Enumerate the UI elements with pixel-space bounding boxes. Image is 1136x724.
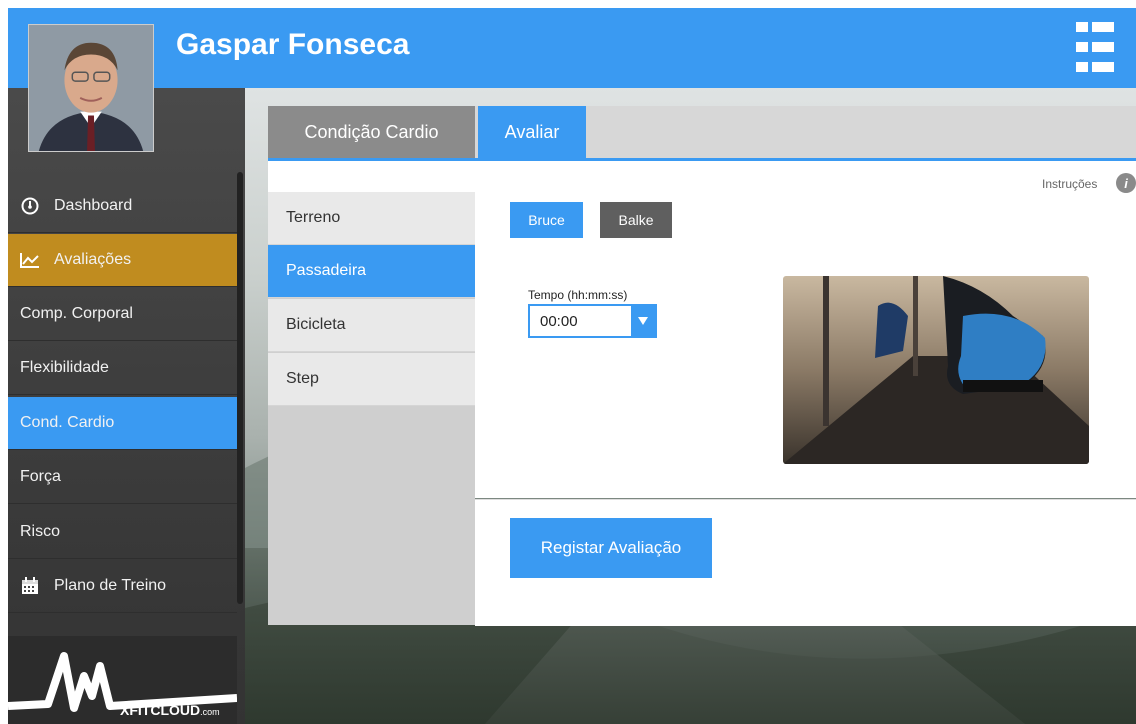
sub-item-terreno[interactable]: Terreno (268, 192, 475, 245)
header-bar: Gaspar Fonseca (8, 8, 1136, 88)
sidebar-item-label: Comp. Corporal (20, 305, 133, 322)
panel-top-strip (268, 161, 475, 192)
instructions-label[interactable]: Instruções (1042, 177, 1097, 191)
dashboard-gauge-icon (20, 196, 40, 216)
sidebar-item-avaliacoes[interactable]: Avaliações (8, 234, 237, 287)
tab-condicao-cardio[interactable]: Condição Cardio (268, 106, 475, 158)
user-photo (29, 25, 153, 151)
tab-bar: Condição Cardio Avaliar (268, 106, 1136, 158)
sidebar-item-label: Força (20, 468, 61, 485)
sidebar-item-label: Cond. Cardio (20, 414, 115, 431)
sidebar-item-forca[interactable]: Força (8, 451, 237, 504)
sidebar-item-label: Avaliações (54, 251, 132, 268)
bruce-button[interactable]: Bruce (510, 202, 583, 238)
sub-item-passadeira[interactable]: Passadeira (268, 245, 475, 298)
sidebar-item-plano-de-treino[interactable]: Plano de Treino (8, 560, 237, 613)
app-frame: Gaspar Fonseca Dashboard Avaliações Comp… (8, 8, 1136, 724)
sidebar-item-label: Plano de Treino (54, 577, 167, 594)
user-name: Gaspar Fonseca (176, 28, 410, 61)
sidebar-item-label: Risco (20, 523, 61, 540)
sidebar-scrollbar[interactable] (237, 172, 243, 604)
register-evaluation-button[interactable]: Registar Avaliação (510, 518, 712, 578)
time-value: 00:00 (540, 313, 578, 330)
sidebar-item-label: Flexibilidade (20, 359, 109, 376)
avatar[interactable] (28, 24, 154, 152)
time-label: Tempo (hh:mm:ss) (528, 288, 628, 302)
line-chart-icon (20, 250, 40, 270)
sidebar-item-dashboard[interactable]: Dashboard (8, 180, 237, 233)
xfitcloud-logo: XFITCLOUD.com (8, 636, 238, 724)
chevron-down-icon[interactable] (631, 306, 655, 336)
sidebar: Dashboard Avaliações Comp. Corporal Flex… (8, 88, 245, 724)
sub-item-bicicleta[interactable]: Bicicleta (268, 299, 475, 352)
logo-brand: XFITCLOUD (120, 702, 201, 718)
sub-menu: Terreno Passadeira Bicicleta Step (268, 192, 475, 625)
sidebar-item-risco[interactable]: Risco (8, 506, 237, 559)
treadmill-photo (783, 276, 1089, 464)
balke-button[interactable]: Balke (600, 202, 672, 238)
menu-list-icon[interactable] (1076, 22, 1114, 72)
sidebar-item-cond-cardio[interactable]: Cond. Cardio (8, 397, 237, 450)
logo-text: XFITCLOUD.com (120, 702, 220, 718)
calendar-icon (20, 576, 40, 596)
time-select[interactable]: 00:00 (528, 304, 657, 338)
sidebar-item-flexibilidade[interactable]: Flexibilidade (8, 342, 237, 395)
treadmill-image (783, 276, 1089, 464)
sidebar-item-comp-corporal[interactable]: Comp. Corporal (8, 288, 237, 341)
tab-avaliar[interactable]: Avaliar (478, 106, 586, 158)
sub-item-step[interactable]: Step (268, 353, 475, 406)
info-icon[interactable]: i (1116, 173, 1136, 193)
sidebar-item-label: Dashboard (54, 197, 133, 214)
logo-suffix: .com (200, 707, 220, 717)
